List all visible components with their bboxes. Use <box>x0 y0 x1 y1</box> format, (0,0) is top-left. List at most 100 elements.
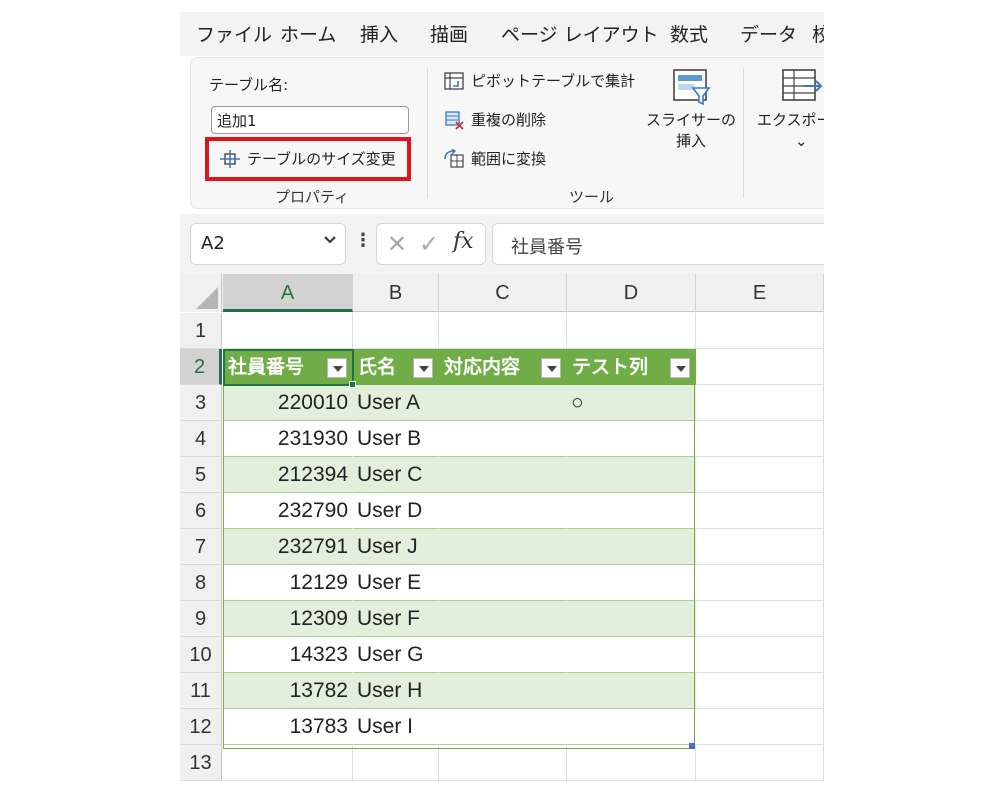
table-cell[interactable] <box>567 637 696 673</box>
table-cell[interactable] <box>567 421 696 457</box>
table-resize-handle[interactable] <box>689 743 695 749</box>
tab-formulas[interactable]: 数式 <box>670 20 708 47</box>
table-cell[interactable]: 14323 <box>223 637 353 673</box>
grid-cell[interactable] <box>223 745 353 781</box>
table-cell[interactable]: User E <box>353 565 439 601</box>
tab-file[interactable]: ファイル <box>196 20 272 47</box>
table-cell[interactable]: User G <box>353 637 439 673</box>
column-header-e[interactable]: E <box>696 274 824 312</box>
table-cell[interactable]: User C <box>353 457 439 493</box>
table-cell[interactable] <box>439 709 567 745</box>
grid-cell[interactable] <box>696 601 824 637</box>
tab-home[interactable]: ホーム <box>280 20 336 47</box>
column-header-d[interactable]: D <box>567 274 696 312</box>
table-cell[interactable]: User B <box>353 421 439 457</box>
table-cell[interactable] <box>567 529 696 565</box>
grid-cell[interactable] <box>696 457 824 493</box>
table-cell[interactable]: 12309 <box>223 601 353 637</box>
enter-icon[interactable]: ✓ <box>419 230 439 258</box>
table-cell[interactable] <box>567 457 696 493</box>
grid-cell[interactable] <box>696 529 824 565</box>
row-header[interactable]: 10 <box>180 637 222 673</box>
table-cell[interactable] <box>439 457 567 493</box>
column-header-b[interactable]: B <box>353 274 439 312</box>
pivot-table-button[interactable]: ピボットテーブルで集計 <box>443 70 635 91</box>
grid-cell[interactable] <box>696 745 824 781</box>
row-header[interactable]: 6 <box>180 493 222 529</box>
table-cell[interactable]: User A <box>353 385 439 421</box>
formula-input[interactable]: 社員番号 <box>492 223 824 265</box>
select-all-corner[interactable] <box>180 274 222 312</box>
row-header[interactable]: 7 <box>180 529 222 565</box>
table-cell[interactable]: 231930 <box>223 421 353 457</box>
tab-data[interactable]: データ <box>740 20 797 47</box>
table-cell[interactable] <box>439 601 567 637</box>
name-box[interactable]: A2 <box>190 223 346 265</box>
more-options-icon[interactable]: ⋮ <box>354 230 372 251</box>
grid-cell[interactable] <box>696 349 824 385</box>
tab-page-layout[interactable]: ページ レイアウト <box>501 20 659 47</box>
filter-dropdown-icon[interactable] <box>413 358 433 378</box>
table-cell[interactable]: 232790 <box>223 493 353 529</box>
table-cell[interactable] <box>439 493 567 529</box>
table-cell[interactable]: 232791 <box>223 529 353 565</box>
table-header-cell[interactable]: 対応内容 <box>439 349 567 385</box>
table-cell[interactable]: User H <box>353 673 439 709</box>
grid-cell[interactable] <box>696 637 824 673</box>
table-cell[interactable]: 13783 <box>223 709 353 745</box>
table-cell[interactable]: User D <box>353 493 439 529</box>
table-cell[interactable] <box>439 421 567 457</box>
grid-cell[interactable] <box>439 745 567 781</box>
grid-cell[interactable] <box>353 313 439 349</box>
grid-cell[interactable] <box>353 745 439 781</box>
grid-cell[interactable] <box>696 385 824 421</box>
grid-cell[interactable] <box>696 673 824 709</box>
row-header[interactable]: 2 <box>180 349 222 385</box>
grid-cell[interactable] <box>567 313 696 349</box>
filter-dropdown-icon[interactable] <box>327 358 347 378</box>
table-name-input[interactable] <box>211 106 409 134</box>
column-header-a[interactable]: A <box>223 274 353 312</box>
grid-cell[interactable] <box>696 313 824 349</box>
tab-review[interactable]: 校 <box>812 20 824 47</box>
table-cell[interactable]: User I <box>353 709 439 745</box>
row-header[interactable]: 9 <box>180 601 222 637</box>
cancel-icon[interactable]: ✕ <box>387 230 407 258</box>
row-header[interactable]: 3 <box>180 385 222 421</box>
chevron-down-icon[interactable] <box>323 233 337 249</box>
row-header[interactable]: 5 <box>180 457 222 493</box>
table-cell[interactable]: 220010 <box>223 385 353 421</box>
table-cell[interactable]: 13782 <box>223 673 353 709</box>
table-cell[interactable] <box>439 529 567 565</box>
table-cell[interactable] <box>567 493 696 529</box>
filter-dropdown-icon[interactable] <box>670 358 690 378</box>
table-cell[interactable]: ○ <box>567 385 696 421</box>
table-cell[interactable] <box>567 673 696 709</box>
grid-cell[interactable] <box>696 709 824 745</box>
table-header-cell[interactable]: 氏名 <box>353 349 439 385</box>
table-cell[interactable]: 12129 <box>223 565 353 601</box>
table-header-cell[interactable]: 社員番号 <box>223 349 353 385</box>
grid-cell[interactable] <box>439 313 567 349</box>
grid-cell[interactable] <box>223 313 353 349</box>
row-header[interactable]: 11 <box>180 673 222 709</box>
column-header-c[interactable]: C <box>439 274 567 312</box>
row-header[interactable]: 1 <box>180 313 222 349</box>
table-cell[interactable] <box>439 673 567 709</box>
filter-dropdown-icon[interactable] <box>541 358 561 378</box>
row-header[interactable]: 13 <box>180 745 222 781</box>
insert-function-icon[interactable]: fx <box>453 229 474 254</box>
table-cell[interactable] <box>567 709 696 745</box>
table-cell[interactable] <box>567 565 696 601</box>
row-header[interactable]: 8 <box>180 565 222 601</box>
table-cell[interactable] <box>439 565 567 601</box>
fill-handle[interactable] <box>349 381 356 388</box>
row-header[interactable]: 4 <box>180 421 222 457</box>
table-cell[interactable] <box>439 637 567 673</box>
export-button[interactable]: エクスポー ⌄ <box>757 66 824 152</box>
table-cell[interactable]: User J <box>353 529 439 565</box>
tab-draw[interactable]: 描画 <box>430 20 468 47</box>
table-cell[interactable]: 212394 <box>223 457 353 493</box>
remove-duplicates-button[interactable]: 重複の削除 <box>443 109 546 130</box>
table-cell[interactable]: User F <box>353 601 439 637</box>
